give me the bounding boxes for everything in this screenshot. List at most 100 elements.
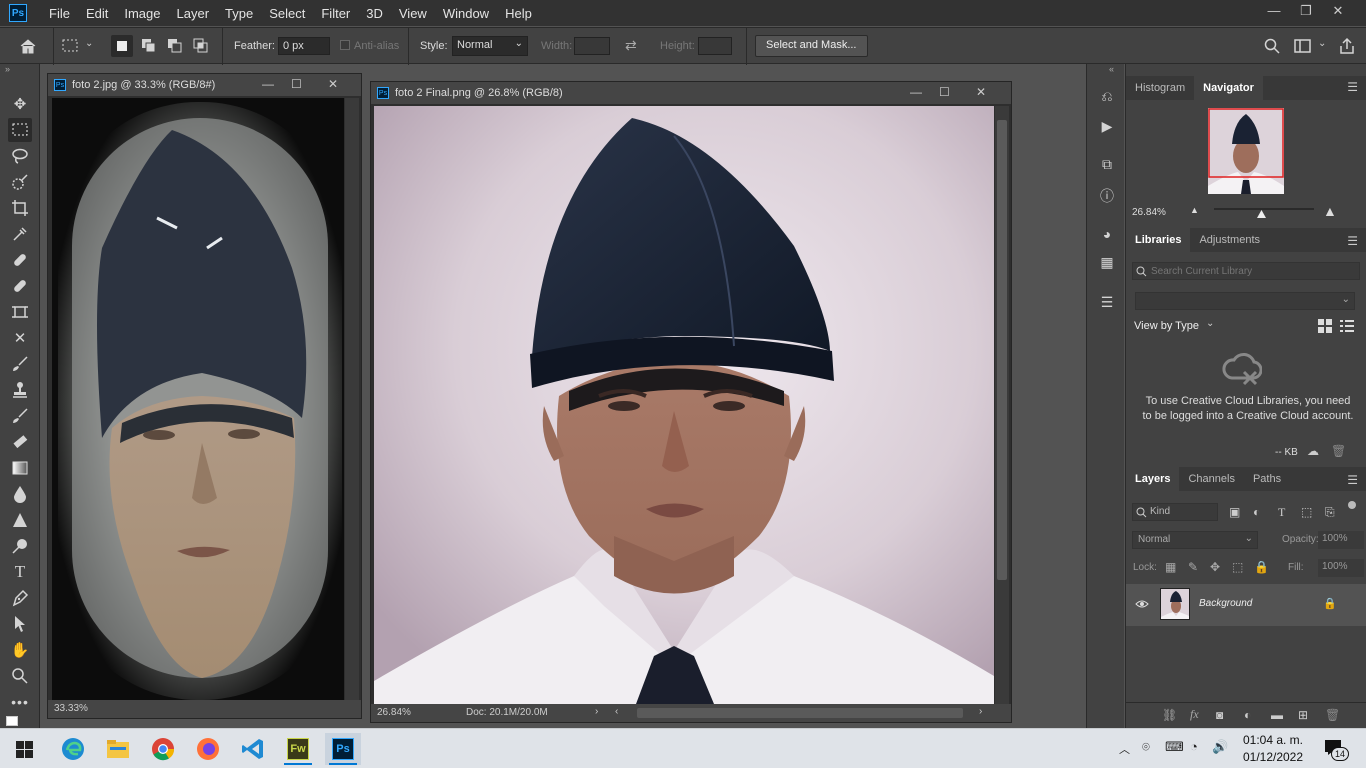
history-brush-tool-icon[interactable] [8, 404, 32, 428]
chrome-icon[interactable] [145, 733, 181, 765]
search-icon[interactable] [1264, 38, 1280, 54]
maximize-doc-button[interactable]: ☐ [939, 85, 950, 99]
vertical-scrollbar[interactable] [345, 98, 359, 702]
swap-icon[interactable]: ⇄ [625, 37, 637, 54]
feather-input[interactable]: 0 px [278, 37, 330, 55]
zoom-tool-icon[interactable] [8, 664, 32, 688]
chevron-left-icon[interactable]: ‹ [615, 706, 618, 717]
menu-file[interactable]: File [41, 6, 78, 21]
rect-marquee-preset-icon[interactable] [62, 39, 78, 53]
shape-filter-icon[interactable]: ⬚ [1301, 505, 1312, 519]
menu-view[interactable]: View [391, 6, 435, 21]
eye-icon[interactable] [1135, 599, 1149, 609]
horizontal-scrollbar-thumb[interactable] [637, 708, 963, 718]
navigator-slider-handle[interactable] [1257, 210, 1266, 218]
color-palette-icon[interactable]: ◕ [1097, 226, 1117, 246]
meet-now-icon[interactable]: ⌾ [1142, 739, 1150, 755]
path-selection-tool-icon[interactable] [8, 612, 32, 636]
fireworks-icon[interactable]: Fw [280, 733, 316, 765]
menu-window[interactable]: Window [435, 6, 497, 21]
chevron-down-icon[interactable]: ⌄ [1318, 38, 1326, 49]
panel-menu-icon[interactable]: ☰ [1347, 234, 1358, 248]
select-and-mask-button[interactable]: Select and Mask... [755, 35, 868, 57]
grid-view-icon[interactable] [1318, 319, 1332, 333]
library-search-field[interactable] [1132, 262, 1360, 280]
tab-histogram[interactable]: Histogram [1126, 76, 1194, 100]
foreground-color-swatch[interactable] [6, 716, 18, 726]
pen-tool-icon[interactable] [8, 586, 32, 610]
subtract-selection-icon[interactable] [167, 38, 183, 54]
fx-icon[interactable]: fx [1190, 707, 1199, 722]
actions-play-icon[interactable]: ▶ [1097, 118, 1117, 138]
restore-button[interactable]: ❐ [1290, 0, 1322, 26]
pixel-filter-icon[interactable]: ▣ [1229, 505, 1240, 519]
antialias-checkbox[interactable] [340, 40, 350, 50]
vscode-icon[interactable] [235, 733, 271, 765]
swatches-grid-icon[interactable]: ▦ [1097, 254, 1117, 274]
tab-layers[interactable]: Layers [1126, 467, 1180, 491]
panel-menu-icon[interactable]: ☰ [1347, 473, 1358, 487]
type-tool-icon[interactable]: T [8, 560, 32, 584]
library-search-input[interactable] [1151, 264, 1341, 278]
clock[interactable]: 01:04 a. m. 01/12/2022 [1236, 732, 1310, 766]
share-icon[interactable] [1339, 37, 1355, 55]
content-aware-move-icon[interactable]: ✕ [8, 326, 32, 350]
trash-icon[interactable]: 🗑 [1331, 444, 1346, 458]
windows-start-icon[interactable] [16, 741, 33, 758]
vertical-scrollbar[interactable] [995, 106, 1009, 704]
tab-paths[interactable]: Paths [1244, 467, 1290, 491]
dodge-tool-icon[interactable] [8, 534, 32, 558]
workspace-icon[interactable] [1294, 39, 1312, 53]
eyedropper-tool-icon[interactable] [8, 222, 32, 246]
intersect-selection-icon[interactable] [193, 38, 209, 54]
navigator-zoom-value[interactable]: 26.84% [1132, 207, 1166, 218]
zoom-level[interactable]: 26.84% [377, 707, 411, 718]
tab-adjustments[interactable]: Adjustments [1190, 228, 1269, 252]
minimize-doc-button[interactable]: — [910, 85, 922, 99]
canvas-foto-2-final[interactable] [374, 106, 994, 704]
style-select[interactable]: Normal ⌄ [452, 36, 528, 56]
close-doc-button[interactable]: ✕ [328, 77, 338, 91]
list-view-icon[interactable] [1340, 319, 1354, 333]
view-by-type[interactable]: View by Type [1134, 320, 1199, 332]
more-tools-icon[interactable]: ••• [8, 690, 32, 714]
document-tab[interactable]: Ps foto 2.jpg @ 33.3% (RGB/8#) [48, 74, 361, 96]
chevron-right-icon[interactable]: › [979, 706, 982, 717]
adjustment-layer-icon[interactable]: ◐ [1244, 708, 1251, 722]
frame-tool-icon[interactable] [8, 300, 32, 324]
scrollbar-thumb[interactable] [997, 120, 1007, 580]
canvas-foto-2[interactable] [52, 98, 344, 702]
tab-libraries[interactable]: Libraries [1126, 228, 1191, 252]
show-hidden-icons-icon[interactable]: ︿ [1119, 741, 1130, 757]
clone-stamp-tool-icon[interactable] [8, 378, 32, 402]
wifi-icon[interactable]: ◔ [1190, 739, 1198, 754]
menu-select[interactable]: Select [261, 6, 313, 21]
collapse-icon[interactable]: » [5, 64, 10, 74]
lock-artboard-icon[interactable]: ⬚ [1232, 560, 1243, 574]
menu-help[interactable]: Help [497, 6, 540, 21]
add-selection-icon[interactable] [141, 38, 157, 54]
menu-layer[interactable]: Layer [169, 6, 218, 21]
filter-toggle[interactable] [1348, 501, 1356, 509]
sharpen-tool-icon[interactable] [8, 508, 32, 532]
group-folder-icon[interactable]: ▬ [1271, 708, 1283, 722]
edge-icon[interactable] [55, 733, 91, 765]
tab-channels[interactable]: Channels [1179, 467, 1243, 491]
zoom-out-icon[interactable]: ▲ [1190, 205, 1199, 215]
lock-position-icon[interactable]: ✥ [1210, 560, 1220, 574]
eraser-tool-icon[interactable] [8, 430, 32, 454]
collapse-icon[interactable]: « [1109, 64, 1114, 74]
maximize-doc-button[interactable]: ☐ [291, 77, 302, 91]
brush-tool-icon[interactable] [8, 352, 32, 376]
photoshop-taskbar-icon[interactable]: Ps [325, 733, 361, 765]
chevron-right-icon[interactable]: › [595, 706, 598, 717]
navigator-zoom-slider[interactable] [1214, 208, 1314, 210]
cc-sync-icon[interactable]: ☁ [1307, 444, 1319, 458]
firefox-icon[interactable] [190, 733, 226, 765]
marquee-tool-icon[interactable] [8, 118, 32, 142]
layer-filter-kind[interactable]: Kind [1132, 503, 1218, 521]
lock-all-icon[interactable]: 🔒 [1254, 560, 1269, 574]
menu-3d[interactable]: 3D [358, 6, 391, 21]
library-select[interactable]: ⌄ [1135, 292, 1355, 310]
minimize-button[interactable]: — [1258, 0, 1290, 26]
